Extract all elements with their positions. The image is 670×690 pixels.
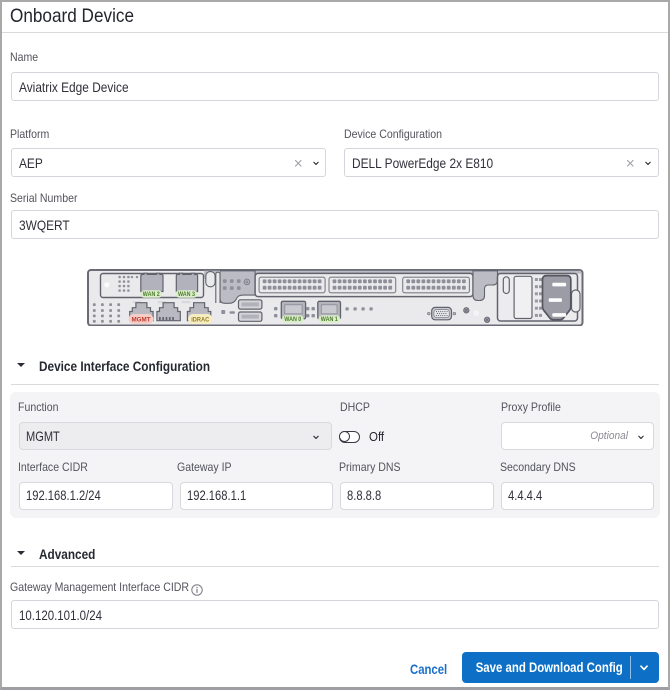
svg-text:WAN 3: WAN 3 bbox=[178, 291, 195, 298]
svg-text:WAN 1: WAN 1 bbox=[320, 316, 337, 323]
svg-text:WAN 0: WAN 0 bbox=[284, 316, 301, 323]
svg-text:iDRAC: iDRAC bbox=[191, 316, 209, 323]
svg-text:MGMT: MGMT bbox=[131, 316, 150, 323]
svg-text:WAN 2: WAN 2 bbox=[142, 291, 159, 298]
